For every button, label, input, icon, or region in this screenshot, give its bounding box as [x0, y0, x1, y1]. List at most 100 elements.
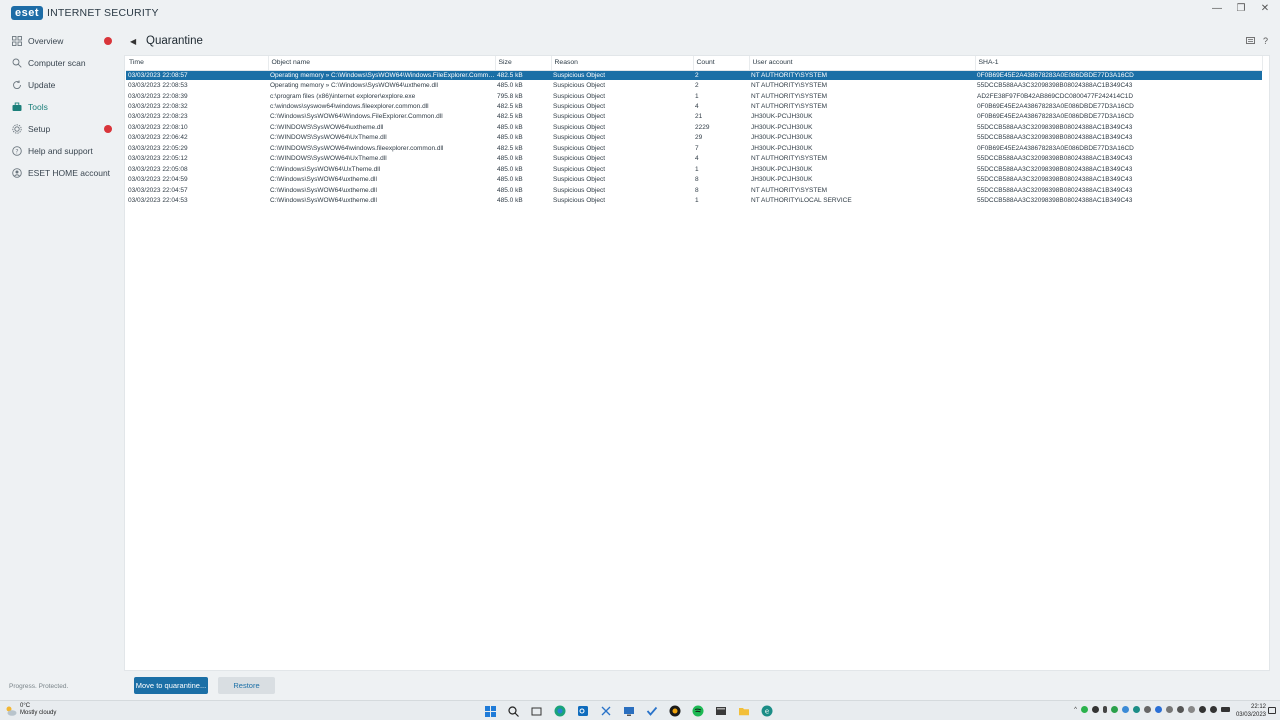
cell-reason: Suspicious Object	[553, 165, 606, 173]
file-explorer-icon[interactable]	[736, 704, 751, 718]
weather-widget[interactable]: 0°C Mostly cloudy	[5, 703, 56, 717]
protection-status: Progress. Protected.	[9, 683, 69, 690]
cell-reason: Suspicious Object	[551, 70, 693, 81]
snipping-tool-icon[interactable]	[598, 704, 613, 718]
sidebar-item-label: Setup	[28, 124, 51, 134]
maximize-button[interactable]: ❐	[1236, 4, 1246, 14]
sidebar-item-eset-home-account[interactable]: ESET HOME account	[0, 162, 124, 184]
cell-count: 8	[695, 186, 699, 194]
cell-sha1: AD2FE38F97F0B42AB869CDC0800477F242414C1D	[977, 92, 1134, 100]
table-row[interactable]: 03/03/2023 22:08:23 C:\Windows\SysWOW64\W…	[126, 112, 1262, 122]
cell-time: 03/03/2023 22:08:23	[128, 113, 188, 121]
battery-icon[interactable]	[1221, 707, 1230, 712]
tray-app-icon[interactable]	[1133, 706, 1140, 713]
table-row[interactable]: 03/03/2023 22:04:59 C:\Windows\SysWOW64\u…	[126, 174, 1262, 184]
volume-icon[interactable]	[1210, 706, 1217, 713]
media-app-icon[interactable]	[713, 704, 728, 718]
bluetooth-icon[interactable]	[1155, 706, 1162, 713]
table-row[interactable]: 03/03/2023 22:05:08 C:\Windows\SysWOW64\U…	[126, 164, 1262, 174]
cell-sha1: 55DCCB588AA3C32098398B08024388AC1B349C43	[977, 123, 1133, 131]
eset-taskbar-icon[interactable]: e	[759, 704, 774, 718]
column-header-user-account[interactable]: User account	[749, 56, 976, 71]
cell-user-account: NT AUTHORITY\LOCAL SERVICE	[751, 196, 852, 204]
shield-icon[interactable]	[1111, 706, 1118, 713]
table-row[interactable]: 03/03/2023 22:04:57 C:\Windows\SysWOW64\u…	[126, 185, 1262, 195]
cell-sha1: 0F0B69E45E2A438678283A0E086DBDE77D3A16CD	[977, 144, 1134, 152]
cell-count: 4	[695, 155, 699, 163]
gear-icon	[12, 124, 22, 134]
task-view-icon[interactable]	[529, 704, 544, 718]
table-row[interactable]: 03/03/2023 22:08:10 C:\WINDOWS\SysWOW64\u…	[126, 122, 1262, 132]
search-icon	[12, 58, 22, 68]
microphone-icon[interactable]	[1103, 706, 1107, 713]
sidebar-item-computer-scan[interactable]: Computer scan	[0, 52, 124, 74]
cell-size: 485.0 kB	[497, 186, 523, 194]
remote-desktop-icon[interactable]	[621, 704, 636, 718]
help-icon[interactable]: ?	[1263, 36, 1268, 46]
column-header-size[interactable]: Size	[495, 56, 552, 71]
todo-icon[interactable]	[644, 704, 659, 718]
outlook-icon[interactable]	[575, 704, 590, 718]
table-row[interactable]: 03/03/2023 22:05:12 C:\WINDOWS\SysWOW64\U…	[126, 154, 1262, 164]
column-header-reason[interactable]: Reason	[551, 56, 694, 71]
cell-sha1: 55DCCB588AA3C32098398B08024388AC1B349C43	[977, 82, 1133, 90]
tray-app-icon[interactable]	[1166, 706, 1173, 713]
tray-app-icon[interactable]	[1092, 706, 1099, 713]
cell-object-name: C:\Windows\SysWOW64\UxTheme.dll	[270, 165, 381, 173]
cell-time: 03/03/2023 22:08:32	[128, 103, 188, 111]
cell-user-account: NT AUTHORITY\SYSTEM	[751, 82, 828, 90]
cell-user-account: NT AUTHORITY\SYSTEM	[751, 155, 828, 163]
tray-app-icon[interactable]	[1188, 706, 1195, 713]
cell-object-name: Operating memory » C:\Windows\SysWOW64\W…	[268, 70, 495, 81]
cell-object-name: C:\Windows\SysWOW64\uxtheme.dll	[270, 186, 377, 194]
cell-count: 2	[695, 82, 699, 90]
sidebar-item-update[interactable]: Update	[0, 74, 124, 96]
cell-reason: Suspicious Object	[553, 103, 606, 111]
sidebar-item-help-and-support[interactable]: ? Help and support	[0, 140, 124, 162]
cell-user-account: NT AUTHORITY\SYSTEM	[751, 92, 828, 100]
close-button[interactable]: ✕	[1260, 4, 1270, 14]
table-row[interactable]: 03/03/2023 22:08:57 Operating memory » C:…	[126, 70, 1262, 81]
edge-browser-icon[interactable]	[552, 704, 567, 718]
column-header-count[interactable]: Count	[693, 56, 750, 71]
column-header-sha1[interactable]: SHA-1	[975, 56, 1263, 71]
table-row[interactable]: 03/03/2023 22:06:42 C:\WINDOWS\SysWOW64\U…	[126, 133, 1262, 143]
tray-app-icon[interactable]	[1081, 706, 1088, 713]
chevron-up-icon[interactable]: ^	[1074, 707, 1077, 713]
cell-reason: Suspicious Object	[553, 113, 606, 121]
minimize-button[interactable]: —	[1212, 4, 1222, 14]
search-icon[interactable]	[506, 704, 521, 718]
table-row[interactable]: 03/03/2023 22:04:53 C:\Windows\SysWOW64\u…	[126, 195, 1262, 205]
column-header-time[interactable]: Time	[126, 56, 269, 71]
tray-app-icon[interactable]	[1122, 706, 1129, 713]
cell-time: 03/03/2023 22:05:29	[128, 144, 188, 152]
taskbar-clock[interactable]: 22:12 03/03/2023	[1236, 703, 1266, 719]
tray-app-icon[interactable]	[1144, 706, 1151, 713]
tray-app-icon[interactable]	[1177, 706, 1184, 713]
cell-count: 4	[695, 103, 699, 111]
notification-icon[interactable]	[1268, 707, 1276, 714]
account-icon	[12, 168, 22, 178]
back-arrow-icon[interactable]: ◀	[130, 37, 140, 46]
audio-app-icon[interactable]	[667, 704, 682, 718]
sidebar-item-overview[interactable]: Overview	[0, 30, 124, 52]
cell-user-account: JH30UK-PC\JH30UK	[751, 165, 813, 173]
start-menu-icon[interactable]	[483, 704, 498, 718]
table-row[interactable]: 03/03/2023 22:08:39 c:\program files (x86…	[126, 91, 1262, 101]
spotify-icon[interactable]	[690, 704, 705, 718]
table-row[interactable]: 03/03/2023 22:05:29 C:\WINDOWS\SysWOW64\w…	[126, 143, 1262, 153]
wifi-icon[interactable]	[1199, 706, 1206, 713]
cell-reason: Suspicious Object	[553, 196, 606, 204]
move-to-quarantine-button[interactable]: Move to quarantine...	[134, 677, 208, 694]
restore-button[interactable]: Restore	[218, 677, 275, 694]
sidebar-item-tools[interactable]: Tools	[0, 96, 124, 118]
cell-sha1: 55DCCB588AA3C32098398B08024388AC1B349C43	[977, 155, 1133, 163]
cell-sha1: 55DCCB588AA3C32098398B08024388AC1B349C43	[977, 165, 1133, 173]
table-row[interactable]: 03/03/2023 22:08:32 c:\windows\syswow64\w…	[126, 101, 1262, 111]
cell-sha1: 55DCCB588AA3C32098398B08024388AC1B349C43	[977, 176, 1133, 184]
table-row[interactable]: 03/03/2023 22:08:53 Operating memory » C:…	[126, 80, 1262, 90]
keyboard-icon[interactable]	[1246, 36, 1255, 46]
sidebar-item-setup[interactable]: Setup	[0, 118, 124, 140]
column-header-object-name[interactable]: Object name	[268, 56, 496, 71]
sidebar-item-label: Computer scan	[28, 58, 86, 68]
